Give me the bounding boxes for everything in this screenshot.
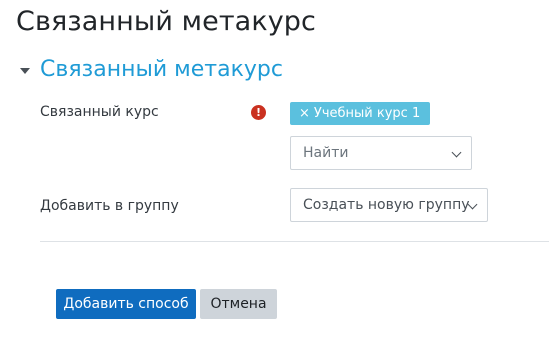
course-search-placeholder: Найти xyxy=(303,145,349,161)
caret-down-icon[interactable] xyxy=(20,67,30,74)
divider xyxy=(40,241,549,242)
page-title: Связанный метакурс xyxy=(16,6,316,37)
remove-icon[interactable]: × xyxy=(299,102,310,125)
group-select-value: Создать новую группу xyxy=(303,197,470,213)
section-title[interactable]: Связанный метакурс xyxy=(40,57,283,82)
course-search-select[interactable]: Найти xyxy=(290,136,472,170)
selected-course-chip[interactable]: × Учебный курс 1 xyxy=(290,102,431,125)
page: Связанный метакурс Связанный метакурс Св… xyxy=(0,0,549,338)
chevron-down-icon xyxy=(451,147,462,158)
cancel-button[interactable]: Отмена xyxy=(200,289,277,319)
group-select[interactable]: Создать новую группу xyxy=(290,188,488,222)
section-toggle[interactable]: Связанный метакурс xyxy=(20,57,283,82)
add-to-group-label: Добавить в группу xyxy=(40,198,179,214)
selected-course-label: Учебный курс 1 xyxy=(313,106,421,121)
add-method-button[interactable]: Добавить способ xyxy=(56,289,196,319)
exclamation-circle-icon: ! xyxy=(251,105,266,120)
linked-course-label: Связанный курс xyxy=(40,104,159,120)
